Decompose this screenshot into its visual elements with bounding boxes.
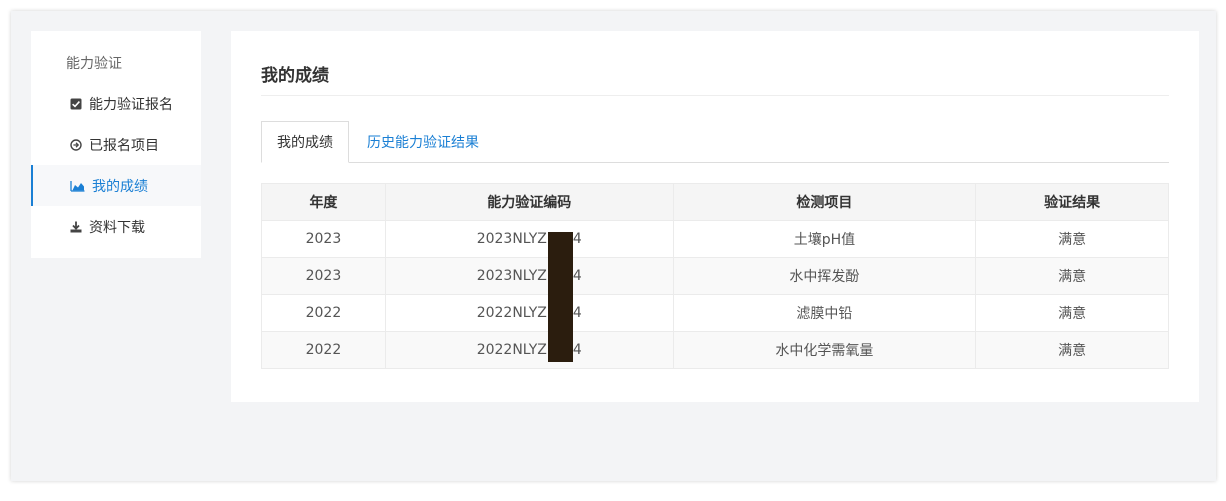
scores-table: 年度 能力验证编码 检测项目 验证结果 2023 2023NLYZ 4 土壤pH值… — [261, 183, 1169, 369]
cell-code: 2022NLYZ 4 — [384, 294, 674, 332]
cell-test-item: 土壤pH值 — [672, 220, 977, 258]
table-row: 2022 2022NLYZ 4 滤膜中铅 满意 — [261, 294, 1169, 332]
header-result: 验证结果 — [975, 183, 1169, 221]
sidebar-item-downloads[interactable]: 资料下载 — [31, 206, 201, 247]
cell-result: 满意 — [975, 220, 1169, 258]
code-suffix: 4 — [572, 268, 582, 284]
cell-code: 2022NLYZ 4 — [384, 331, 674, 369]
table-row: 2023 2023NLYZ 4 土壤pH值 满意 — [261, 220, 1169, 258]
table-row: 2022 2022NLYZ 4 水中化学需氧量 满意 — [261, 331, 1169, 369]
tab-history-results[interactable]: 历史能力验证结果 — [367, 121, 479, 163]
code-suffix: 4 — [572, 231, 582, 247]
cell-year: 2023 — [261, 257, 386, 295]
sidebar: 能力验证 能力验证报名 已报名项目 我的成绩 资料下载 — [31, 31, 201, 258]
cell-result: 满意 — [975, 331, 1169, 369]
checkbox-icon — [69, 97, 82, 110]
sidebar-item-label: 能力验证报名 — [89, 96, 173, 113]
sidebar-item-label: 已报名项目 — [89, 137, 159, 154]
title-divider — [261, 95, 1169, 96]
code-prefix: 2023NLYZ — [476, 231, 547, 247]
cell-test-item: 水中化学需氧量 — [672, 331, 977, 369]
torn-paper-edge — [0, 485, 1226, 501]
circle-arrow-icon — [69, 138, 82, 151]
sidebar-item-label: 我的成绩 — [92, 178, 148, 195]
page-title: 我的成绩 — [261, 66, 329, 86]
cell-test-item: 滤膜中铅 — [672, 294, 977, 332]
header-year: 年度 — [261, 183, 386, 221]
cell-result: 满意 — [975, 294, 1169, 332]
code-prefix: 2023NLYZ — [476, 268, 547, 284]
header-code: 能力验证编码 — [384, 183, 674, 221]
area-chart-icon — [69, 179, 85, 192]
cell-result: 满意 — [975, 257, 1169, 295]
sidebar-heading: 能力验证 — [66, 56, 122, 72]
cell-year: 2022 — [261, 331, 386, 369]
sidebar-item-my-scores[interactable]: 我的成绩 — [31, 165, 201, 206]
table-header-row: 年度 能力验证编码 检测项目 验证结果 — [261, 183, 1169, 221]
sidebar-item-register[interactable]: 能力验证报名 — [31, 83, 201, 124]
main-panel: 我的成绩 我的成绩 历史能力验证结果 年度 能力验证编码 检测项目 验证结果 2… — [231, 31, 1199, 402]
cell-year: 2022 — [261, 294, 386, 332]
cell-year: 2023 — [261, 220, 386, 258]
code-prefix: 2022NLYZ — [476, 342, 547, 358]
tab-my-scores[interactable]: 我的成绩 — [261, 121, 349, 163]
code-suffix: 4 — [572, 305, 582, 321]
tab-bar: 我的成绩 历史能力验证结果 — [261, 121, 1169, 163]
sidebar-item-label: 资料下载 — [89, 219, 145, 236]
sidebar-item-registered-projects[interactable]: 已报名项目 — [31, 124, 201, 165]
code-prefix: 2022NLYZ — [476, 305, 547, 321]
code-suffix: 4 — [572, 342, 582, 358]
download-icon — [69, 220, 82, 233]
header-test-item: 检测项目 — [672, 183, 977, 221]
table-row: 2023 2023NLYZ 4 水中挥发酚 满意 — [261, 257, 1169, 295]
redaction-block — [548, 232, 573, 362]
cell-code: 2023NLYZ 4 — [384, 220, 674, 258]
cell-test-item: 水中挥发酚 — [672, 257, 977, 295]
cell-code: 2023NLYZ 4 — [384, 257, 674, 295]
